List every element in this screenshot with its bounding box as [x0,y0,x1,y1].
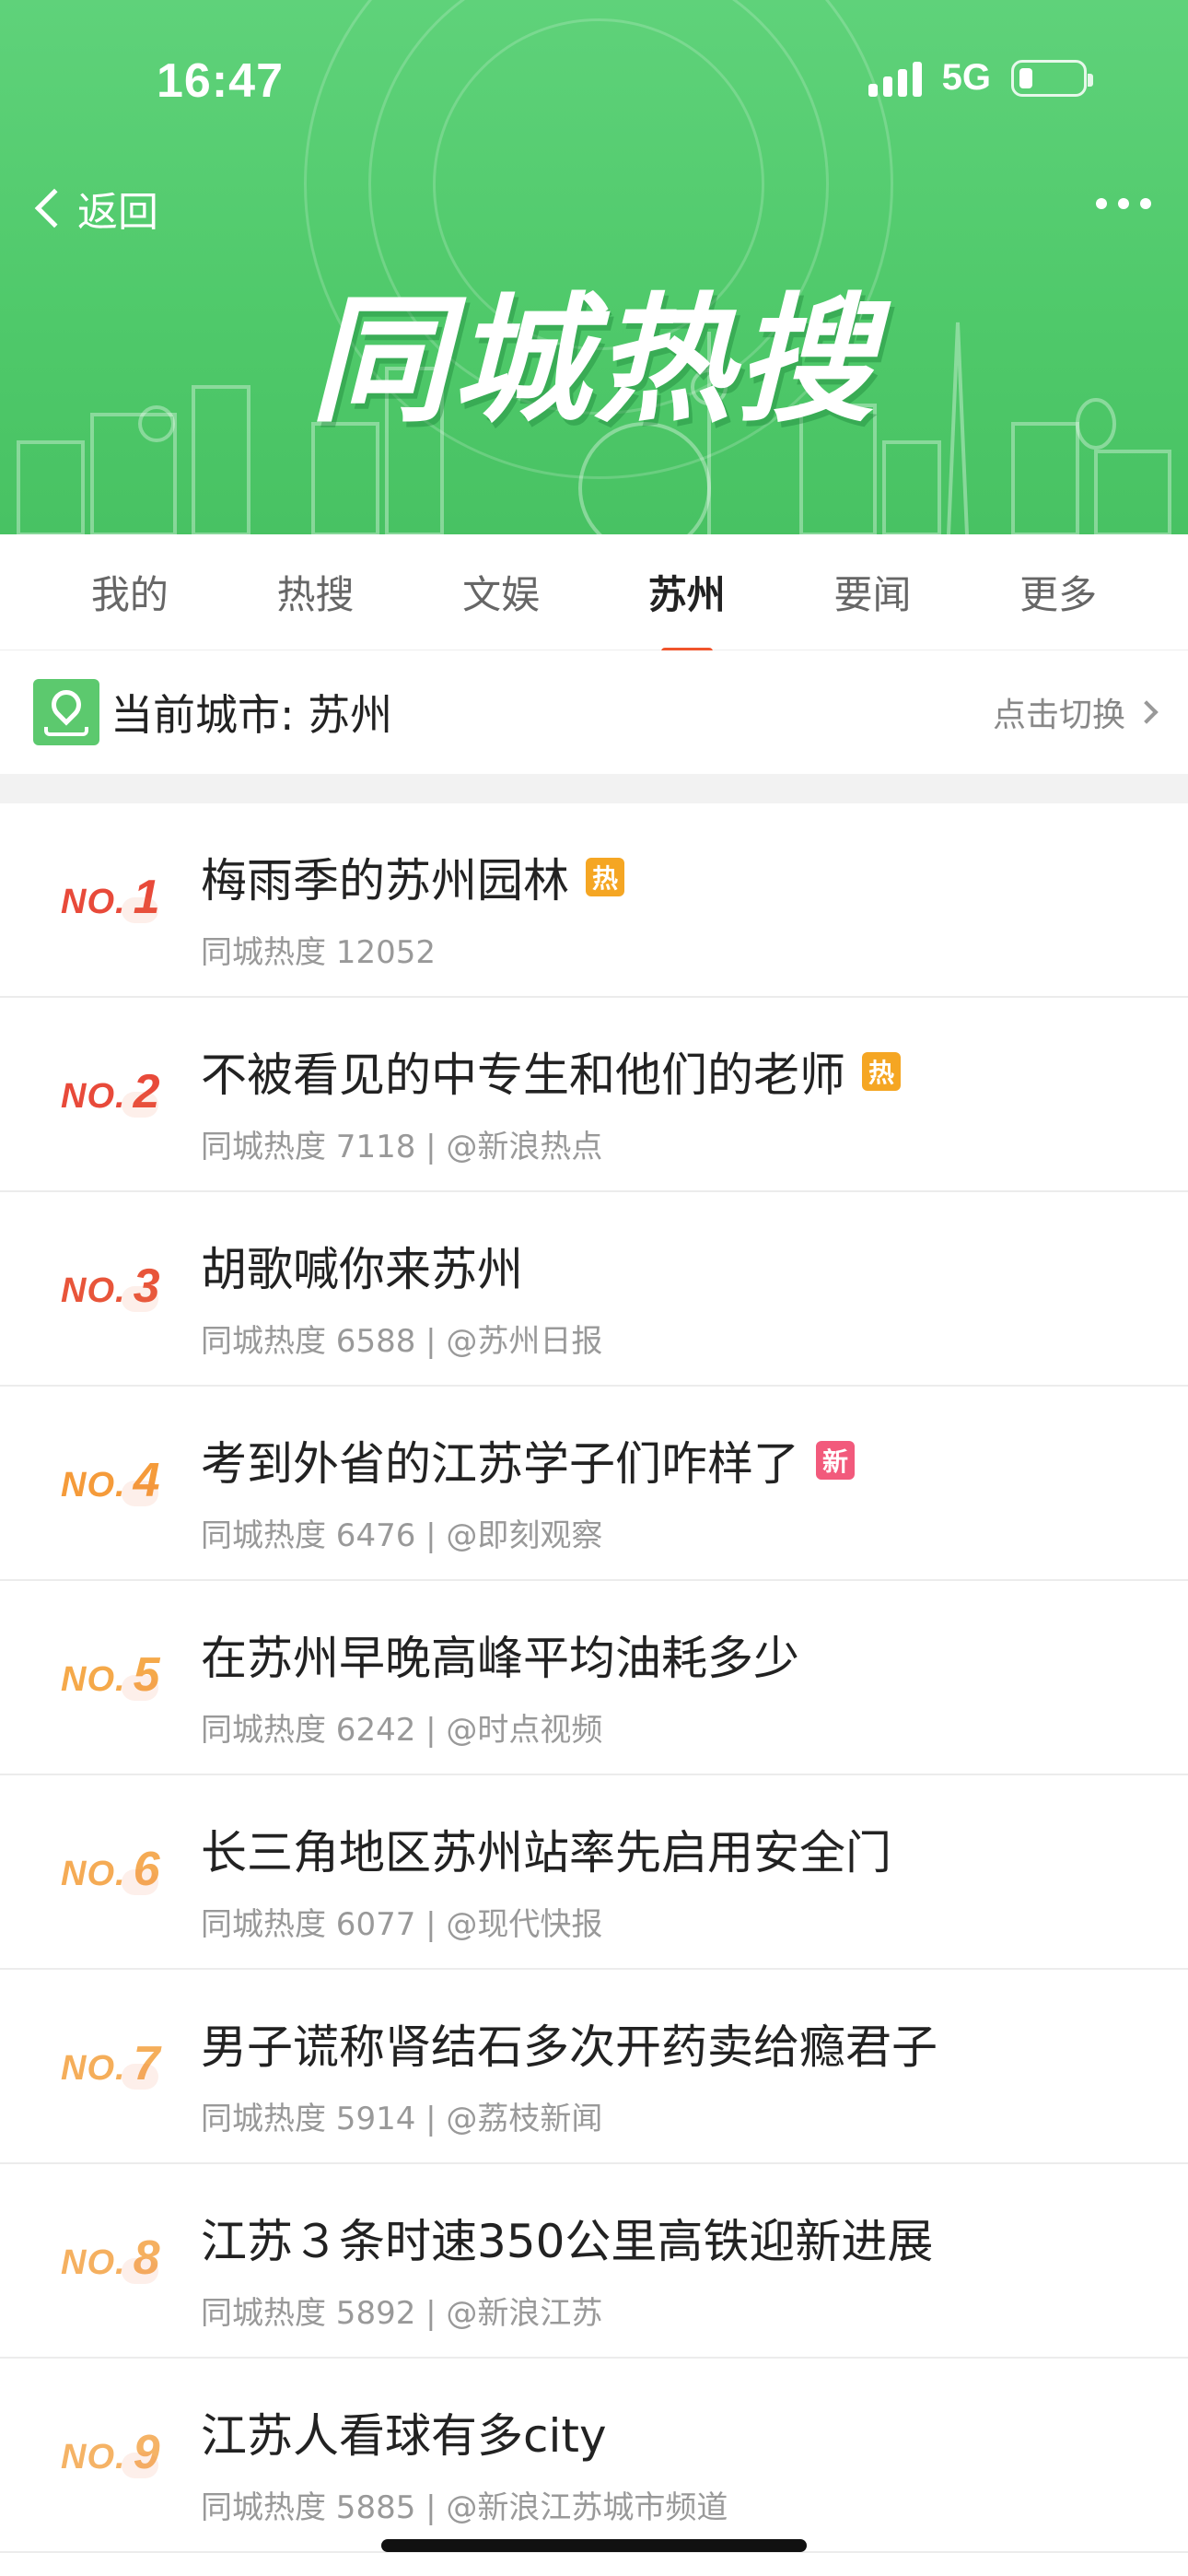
list-item[interactable]: NO. 5 在苏州早晚高峰平均油耗多少同城热度 6242 | @时点视频 [0,1581,1188,1775]
tab-entertainment[interactable]: 文娱 [440,555,562,629]
rank-prefix: NO. [61,1271,126,1310]
chevron-left-icon [34,188,75,228]
list-item[interactable]: NO. 4 考到外省的江苏学子们咋样了新同城热度 6476 | @即刻观察 [0,1387,1188,1581]
more-dot-icon [1118,198,1129,209]
item-meta: 同城热度 6242 | @时点视频 [201,1712,603,1749]
item-meta: 同城热度 7118 | @新浪热点 [201,1129,603,1165]
list-item[interactable]: NO. 6 长三角地区苏州站率先启用安全门同城热度 6077 | @现代快报 [0,1775,1188,1970]
location-pin-icon [33,679,99,745]
status-indicators: 5G [868,57,1093,99]
item-title: 不被看见的中专生和他们的老师 [201,1048,845,1102]
more-dot-icon [1096,198,1107,209]
rank-prefix: NO. [61,2049,126,2088]
tab-more[interactable]: 更多 [997,555,1119,629]
hot-search-list: NO. 1 梅雨季的苏州园林热同城热度 12052 NO. 2 不被看见的中专生和他们的老… [0,803,1188,2553]
home-indicator[interactable] [381,2539,807,2552]
item-title: 长三角地区苏州站率先启用安全门 [201,1826,891,1879]
rank-label: NO. 9 [61,2425,171,2480]
tab-news[interactable]: 要闻 [811,555,933,629]
current-city-label: 当前城市: 苏州 [111,690,393,740]
tab-suzhou[interactable]: 苏州 [626,555,748,629]
item-meta: 同城热度 12052 [201,934,436,971]
rank-label: NO. 7 [61,2036,171,2091]
item-title: 江苏３条时速350公里高铁迎新进展 [201,2215,934,2268]
rank-prefix: NO. [61,883,126,921]
network-type: 5G [941,57,991,98]
rank-label: NO. 6 [61,1842,171,1897]
rank-label: NO. 8 [61,2231,171,2286]
item-title: 男子谎称肾结石多次开药卖给瘾君子 [201,2020,938,2074]
list-item[interactable]: NO. 1 梅雨季的苏州园林热同城热度 12052 [0,803,1188,998]
status-time: 16:47 [157,54,284,108]
current-city-row: 当前城市: 苏州 点击切换 [0,650,1188,774]
item-title: 考到外省的江苏学子们咋样了 [201,1437,799,1491]
rank-prefix: NO. [61,1466,126,1505]
rank-prefix: NO. [61,2243,126,2282]
new-badge: 新 [816,1441,855,1480]
tab-mine[interactable]: 我的 [69,555,191,629]
list-item[interactable]: NO. 8 江苏３条时速350公里高铁迎新进展同城热度 5892 | @新浪江苏 [0,2164,1188,2359]
rank-label: NO. 3 [61,1259,171,1314]
rank-prefix: NO. [61,1077,126,1116]
category-tabs: 我的 热搜 文娱 苏州 要闻 更多 [0,534,1188,650]
list-item[interactable]: NO. 3 胡歌喊你来苏州同城热度 6588 | @苏州日报 [0,1192,1188,1387]
item-title: 梅雨季的苏州园林 [201,854,569,907]
signal-icon [868,60,922,97]
switch-city-button[interactable]: 点击切换 [992,688,1159,736]
list-item[interactable]: NO. 9 江苏人看球有多city 同城热度 5885 | @新浪江苏城市频道 [0,2359,1188,2553]
rank-label: NO. 1 [61,870,171,925]
chevron-right-icon [1135,700,1159,724]
hot-badge: 热 [586,858,624,896]
battery-icon [1011,59,1093,97]
back-button[interactable]: 返回 [31,179,158,238]
rank-prefix: NO. [61,1855,126,1893]
item-meta: 同城热度 5892 | @新浪江苏 [201,2295,603,2332]
item-meta: 同城热度 6588 | @苏州日报 [201,1323,603,1360]
back-label: 返回 [77,189,158,236]
item-title: 江苏人看球有多city [201,2409,607,2463]
item-meta: 同城热度 5914 | @荔枝新闻 [201,2101,603,2137]
item-title: 胡歌喊你来苏州 [201,1243,523,1296]
header-banner: 16:47 5G 返回 同城热搜 [0,0,1188,534]
switch-city-label: 点击切换 [992,697,1125,734]
list-item[interactable]: NO. 7 男子谎称肾结石多次开药卖给瘾君子同城热度 5914 | @荔枝新闻 [0,1970,1188,2164]
rank-label: NO. 2 [61,1064,171,1119]
item-meta: 同城热度 6476 | @即刻观察 [201,1517,603,1554]
item-meta: 同城热度 6077 | @现代快报 [201,1906,603,1943]
list-item[interactable]: NO. 2 不被看见的中专生和他们的老师热同城热度 7118 | @新浪热点 [0,998,1188,1192]
page-title: 同城热搜 [309,281,878,441]
more-dot-icon [1140,198,1151,209]
section-divider [0,774,1188,803]
rank-prefix: NO. [61,2438,126,2476]
rank-label: NO. 5 [61,1647,171,1703]
hot-badge: 热 [862,1052,901,1091]
item-meta: 同城热度 5885 | @新浪江苏城市频道 [201,2489,728,2526]
tab-hot-search[interactable]: 热搜 [254,555,376,629]
rank-prefix: NO. [61,1660,126,1699]
item-title: 在苏州早晚高峰平均油耗多少 [201,1632,799,1685]
rank-label: NO. 4 [61,1453,171,1508]
more-options-button[interactable] [1096,198,1151,209]
